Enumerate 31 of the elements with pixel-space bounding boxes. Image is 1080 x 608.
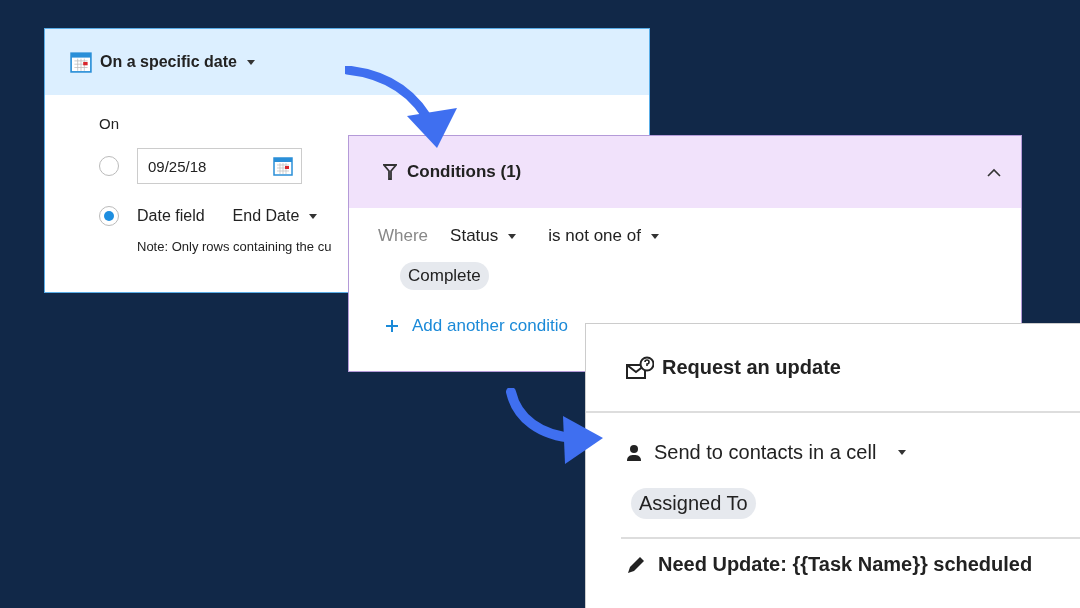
subject-text: Need Update: {{Task Name}} scheduled — [658, 553, 1033, 576]
field-dropdown[interactable]: Status — [450, 226, 517, 246]
chevron-icon[interactable] — [987, 167, 1001, 177]
caret-icon — [246, 59, 255, 65]
on-label: On — [99, 115, 120, 132]
pencil-icon — [626, 554, 646, 575]
caret-icon — [898, 450, 907, 455]
calendar-icon — [273, 156, 293, 176]
envelope-question-icon — [626, 355, 654, 380]
value-chip: Complete — [400, 262, 489, 290]
add-condition-link[interactable]: Add another conditio — [378, 316, 568, 336]
action-title: Request an update — [662, 356, 841, 379]
filter-icon — [383, 164, 397, 180]
note-text: Note: Only rows containing the cu — [137, 239, 333, 254]
option-label: Date field — [137, 207, 205, 225]
caret-icon — [309, 213, 318, 219]
calendar-icon — [70, 51, 92, 73]
conditions-title: Conditions (1) — [407, 162, 522, 182]
where-label: Where — [378, 226, 429, 246]
caret-icon — [508, 233, 517, 239]
operator-dropdown[interactable]: is not one of — [548, 226, 659, 246]
date-field[interactable]: 09/25/18 — [137, 148, 302, 184]
field-dropdown[interactable]: End Date — [232, 207, 318, 225]
radio-button[interactable] — [99, 206, 119, 226]
trigger-dropdown[interactable]: On a specific date — [100, 53, 255, 71]
person-icon — [626, 443, 642, 462]
contact-chip: Assigned To — [631, 488, 756, 519]
radio-button[interactable] — [99, 156, 119, 176]
caret-icon — [650, 233, 659, 239]
recipient-dropdown[interactable]: Send to contacts in a cell — [626, 441, 1080, 464]
plus-icon — [386, 320, 398, 332]
